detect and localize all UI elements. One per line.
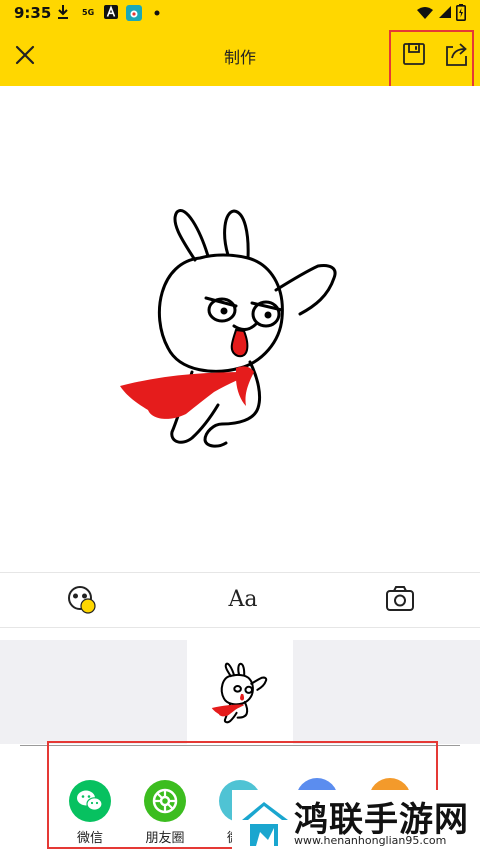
a-badge-icon [104,5,118,19]
watermark: 鸿联手游网 www.henanhonglian95.com [232,790,480,853]
sticker-thumbnail[interactable] [187,640,293,744]
signal-icon [439,6,451,18]
dot-icon [154,10,160,16]
highlight-box-toolbar [389,30,474,91]
preview-area [0,640,480,744]
text-icon[interactable]: Aa [226,583,260,617]
sticker-icon[interactable] [64,583,100,617]
app-icon [126,5,142,21]
sticker-canvas[interactable] [0,86,480,572]
watermark-url: www.henanhonglian95.com [294,834,447,847]
watermark-logo [242,802,288,846]
download-icon [58,5,68,19]
camera-icon[interactable] [383,583,419,617]
tools-bar: Aa [0,572,480,628]
bunny-sticker[interactable] [110,204,345,449]
status-time: 9:35 [14,4,52,22]
status-bar: 9:35 5G [0,0,480,26]
bunny-thumbnail-image [211,662,268,724]
battery-icon [456,4,466,21]
network-label: 5G [82,8,95,17]
wifi-icon [417,7,433,19]
